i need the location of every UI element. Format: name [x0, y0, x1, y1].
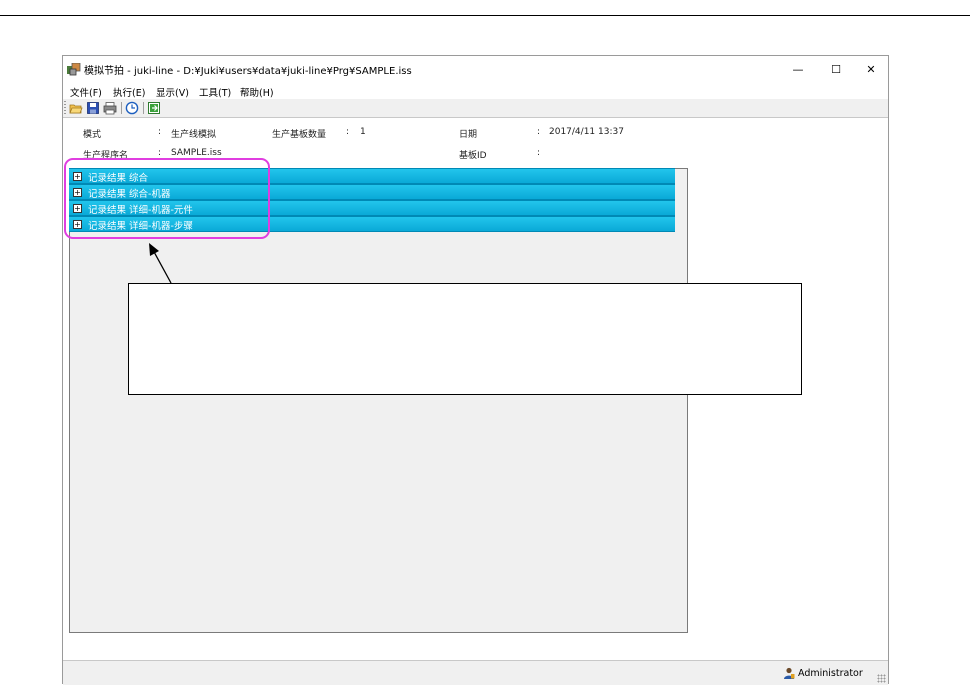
callout-box: [128, 283, 802, 395]
